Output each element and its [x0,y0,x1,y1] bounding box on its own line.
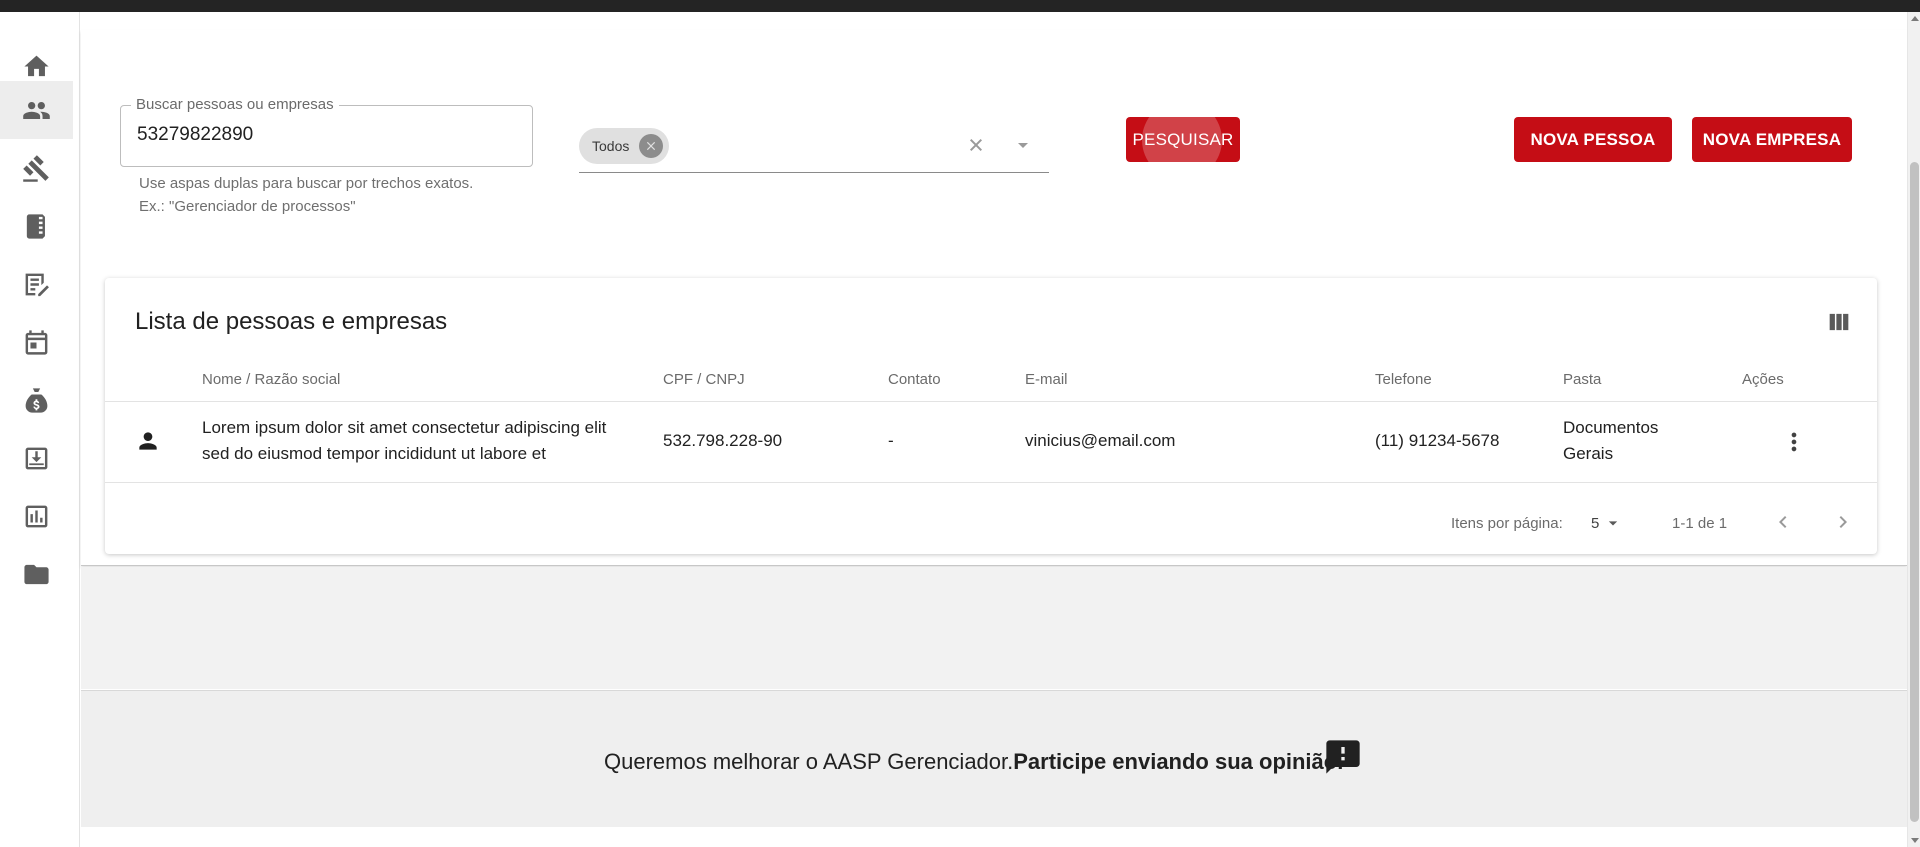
sidebar-item-calendar[interactable] [0,313,73,371]
search-button[interactable]: PESQUISAR [1126,117,1240,162]
search-hint-example: Ex.: "Gerenciador de processos" [139,198,356,215]
sidebar-item-processes[interactable] [0,139,73,197]
feedback-icon[interactable] [1323,737,1363,777]
folder-icon [24,564,49,584]
view-columns-icon[interactable] [1825,308,1853,336]
cell-email: vinicius@email.com [1025,431,1176,450]
top-bar [0,0,1920,12]
money-bag-icon [25,387,48,413]
vertical-scrollbar[interactable] [1907,12,1920,847]
search-button-label: PESQUISAR [1132,129,1234,149]
content-panel: Buscar pessoas ou empresas Use aspas dup… [81,30,1907,566]
new-company-label: NOVA EMPRESA [1702,129,1842,149]
person-icon [135,428,161,454]
new-person-label: NOVA PESSOA [1530,129,1656,149]
gavel-icon [23,154,49,182]
search-hint: Use aspas duplas para buscar por trechos… [139,175,474,192]
report-chart-icon [25,505,48,527]
items-per-page-select[interactable]: 5 [1591,508,1631,538]
previous-page-icon[interactable] [1771,510,1795,534]
table-divider [105,401,1877,402]
clear-filter-icon[interactable] [964,133,988,157]
search-field[interactable]: Buscar pessoas ou empresas [120,96,533,167]
header-email[interactable]: E-mail [1025,371,1068,388]
sidebar-item-documents[interactable] [0,255,73,313]
scroll-down-icon[interactable] [1911,838,1919,843]
feedback-banner: Queremos melhorar o AASP Gerenciador.Par… [81,690,1907,827]
search-input[interactable] [137,124,517,146]
next-page-icon[interactable] [1831,510,1855,534]
edit-document-icon [25,273,49,296]
header-folder[interactable]: Pasta [1563,371,1601,388]
book-icon [26,213,45,239]
page-background [81,567,1907,689]
list-title: Lista de pessoas e empresas [135,308,448,335]
sidebar-item-books[interactable] [0,197,73,255]
dropdown-arrow-icon[interactable] [1011,133,1035,157]
cell-folder: Documentos Gerais [1563,418,1659,463]
people-icon [23,101,50,119]
people-list-card: Lista de pessoas e empresas Nome / Razão… [105,278,1877,554]
sidebar [0,12,80,847]
header-phone[interactable]: Telefone [1375,371,1432,388]
sidebar-item-reports[interactable] [0,487,73,545]
home-icon [24,55,49,76]
cell-name: Lorem ipsum dolor sit amet consectetur a… [202,418,607,463]
feedback-text: Queremos melhorar o AASP Gerenciador.Par… [604,749,1343,775]
items-per-page-value: 5 [1591,514,1600,532]
new-person-button[interactable]: NOVA PESSOA [1514,117,1672,162]
scroll-up-icon[interactable] [1911,16,1919,21]
more-actions-icon[interactable] [1780,428,1808,456]
main-content: Buscar pessoas ou empresas Use aspas dup… [81,12,1907,847]
dropdown-arrow-icon [1609,521,1618,526]
filter-chip-label: Todos [592,138,630,154]
sidebar-item-archive[interactable] [0,429,73,487]
chip-remove-icon[interactable] [639,134,664,158]
filter-chip: Todos [579,128,670,164]
search-label: Buscar pessoas ou empresas [131,96,339,113]
bottom-strip [81,827,1907,847]
header-contact[interactable]: Contato [888,371,941,388]
scroll-thumb[interactable] [1910,162,1919,822]
header-name[interactable]: Nome / Razão social [202,371,340,388]
page-range: 1-1 de 1 [1672,515,1728,532]
sidebar-item-people[interactable] [0,81,73,139]
header-actions: Ações [1742,371,1784,388]
cell-doc: 532.798.228-90 [663,431,783,450]
header-doc[interactable]: CPF / CNPJ [663,371,745,388]
table-divider [105,482,1877,483]
calendar-icon [25,329,48,355]
type-filter-select[interactable]: Todos [579,116,1049,173]
archive-download-icon [25,447,48,469]
feedback-link[interactable]: Participe enviando sua opinião. [1013,749,1343,774]
sidebar-item-finance[interactable] [0,371,73,429]
new-company-button[interactable]: NOVA EMPRESA [1692,117,1852,162]
feedback-message: Queremos melhorar o AASP Gerenciador. [604,749,1014,774]
items-per-page-label: Itens por página: [1451,515,1563,532]
cell-contact: - [888,431,894,450]
sidebar-item-folders[interactable] [0,545,73,603]
cell-phone: (11) 91234-5678 [1375,431,1500,450]
